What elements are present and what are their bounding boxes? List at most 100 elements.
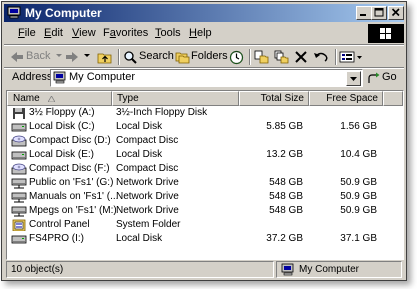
status-panel-location: My Computer bbox=[276, 261, 402, 278]
list-item[interactable]: Compact Disc (F:) Compact Disc bbox=[7, 162, 403, 176]
menu-bar: File Edit View Favorites Tools Help bbox=[4, 24, 354, 43]
list-item[interactable]: Manuals on 'Fs1' (... Network Drive 548 GB… bbox=[7, 190, 403, 204]
item-total-size: 13.2 GB bbox=[266, 149, 303, 160]
forward-dropdown-icon[interactable] bbox=[84, 54, 90, 58]
address-dropdown-button[interactable] bbox=[346, 71, 361, 86]
back-dropdown-icon[interactable] bbox=[56, 54, 62, 58]
search-button[interactable]: Search bbox=[123, 48, 174, 66]
network-drive-icon bbox=[11, 192, 27, 203]
folders-button[interactable]: Folders bbox=[175, 48, 228, 66]
folders-icon bbox=[175, 52, 190, 64]
cd-drive-icon bbox=[11, 135, 27, 147]
list-header: Name Type Total Size Free Space bbox=[7, 91, 403, 106]
cd-drive-icon bbox=[11, 163, 27, 175]
address-label: Address bbox=[12, 71, 53, 83]
list-item[interactable]: Public on 'Fs1' (G:) Network Drive 548 GB 5… bbox=[7, 176, 403, 190]
toolbar-separator bbox=[249, 49, 251, 65]
list-item[interactable]: Local Disk (E:) Local Disk 13.2 GB 10.4 GB bbox=[7, 148, 403, 162]
network-drive-icon bbox=[11, 178, 27, 189]
maximize-icon bbox=[374, 8, 384, 17]
item-total-size: 548 GB bbox=[269, 205, 303, 216]
item-total-size: 548 GB bbox=[269, 177, 303, 188]
item-free-space: 10.4 GB bbox=[340, 149, 377, 160]
item-name: Public on 'Fs1' (G:) bbox=[29, 177, 114, 188]
history-button[interactable] bbox=[229, 48, 245, 66]
go-button[interactable]: Go bbox=[368, 70, 402, 86]
list-item[interactable]: Local Disk (C:) Local Disk 5.85 GB 1.56 GB bbox=[7, 120, 403, 134]
menu-view[interactable]: View bbox=[72, 27, 96, 39]
status-bar: 10 object(s) My Computer bbox=[4, 260, 404, 278]
copy-to-button[interactable] bbox=[274, 48, 290, 66]
close-button[interactable] bbox=[388, 6, 404, 20]
floppy-icon bbox=[13, 108, 25, 119]
item-total-size: 37.2 GB bbox=[266, 233, 303, 244]
item-name: FS4PRO (I:) bbox=[29, 233, 85, 244]
item-name: Compact Disc (D:) bbox=[29, 135, 111, 146]
hard-disk-icon bbox=[11, 235, 27, 244]
item-name: Compact Disc (F:) bbox=[29, 163, 110, 174]
search-icon bbox=[124, 51, 137, 64]
hard-disk-icon bbox=[11, 123, 27, 132]
item-type: Local Disk bbox=[116, 233, 163, 244]
minimize-button[interactable] bbox=[356, 6, 372, 20]
go-arrow-icon bbox=[368, 72, 380, 83]
toolbar-separator bbox=[335, 49, 337, 65]
item-total-size: 548 GB bbox=[269, 191, 303, 202]
views-button[interactable] bbox=[339, 48, 365, 66]
menu-favorites[interactable]: Favorites bbox=[103, 27, 148, 39]
column-header-free-space[interactable]: Free Space bbox=[309, 91, 383, 106]
column-header-name[interactable]: Name bbox=[7, 91, 112, 106]
my-computer-small-icon bbox=[53, 71, 66, 84]
menu-tools[interactable]: Tools bbox=[155, 27, 181, 39]
address-input[interactable]: My Computer bbox=[50, 69, 363, 87]
item-type: System Folder bbox=[116, 219, 181, 230]
list-item[interactable]: 3½ Floppy (A:) 3½-Inch Floppy Disk bbox=[7, 106, 403, 120]
list-item[interactable]: Mpegs on 'Fs1' (M:) Network Drive 548 GB 50… bbox=[7, 204, 403, 218]
title-bar[interactable]: My Computer bbox=[4, 4, 404, 22]
move-to-button[interactable] bbox=[254, 48, 270, 66]
up-folder-button[interactable] bbox=[97, 48, 113, 66]
item-total-size: 5.85 GB bbox=[266, 121, 303, 132]
menu-help[interactable]: Help bbox=[189, 27, 212, 39]
list-item[interactable]: Control Panel System Folder bbox=[7, 218, 403, 232]
my-computer-small-icon bbox=[281, 263, 294, 276]
undo-button[interactable] bbox=[313, 48, 331, 66]
toolbar-separator bbox=[118, 49, 120, 65]
windows-flag-icon bbox=[380, 28, 391, 39]
my-computer-icon bbox=[7, 6, 21, 19]
file-list-view[interactable]: Name Type Total Size Free Space 3½ Flopp… bbox=[6, 90, 404, 260]
list-item[interactable]: Compact Disc (D:) Compact Disc bbox=[7, 134, 403, 148]
delete-button[interactable] bbox=[294, 48, 310, 66]
item-type: 3½-Inch Floppy Disk bbox=[116, 107, 208, 118]
undo-icon bbox=[314, 52, 328, 62]
maximize-button[interactable] bbox=[371, 6, 387, 20]
column-header-total-size[interactable]: Total Size bbox=[239, 91, 309, 106]
close-icon bbox=[391, 8, 400, 17]
menu-edit[interactable]: Edit bbox=[44, 27, 63, 39]
go-label: Go bbox=[382, 71, 397, 83]
item-type: Network Drive bbox=[116, 177, 179, 188]
column-header-filler bbox=[383, 91, 403, 106]
item-free-space: 50.9 GB bbox=[340, 177, 377, 188]
standard-toolbar: Back Search Folders bbox=[4, 46, 404, 68]
network-drive-icon bbox=[11, 206, 27, 217]
item-free-space: 50.9 GB bbox=[340, 205, 377, 216]
list-item[interactable]: FS4PRO (I:) Local Disk 37.2 GB 37.1 GB bbox=[7, 232, 403, 246]
back-button[interactable]: Back bbox=[10, 48, 54, 66]
item-name: Local Disk (C:) bbox=[29, 121, 95, 132]
item-name: 3½ Floppy (A:) bbox=[29, 107, 95, 118]
explorer-window: My Computer File Edit View Favorites Too… bbox=[1, 1, 407, 281]
delete-icon bbox=[295, 51, 307, 63]
window-title: My Computer bbox=[25, 6, 102, 20]
forward-arrow-icon bbox=[66, 52, 78, 62]
menu-file[interactable]: File bbox=[18, 27, 36, 39]
windows-logo bbox=[368, 24, 404, 43]
chevron-down-icon bbox=[350, 77, 357, 81]
column-header-type[interactable]: Type bbox=[112, 91, 239, 106]
item-type: Compact Disc bbox=[116, 163, 179, 174]
forward-button[interactable] bbox=[65, 48, 81, 66]
item-type: Local Disk bbox=[116, 149, 163, 160]
item-type: Local Disk bbox=[116, 121, 163, 132]
address-value: My Computer bbox=[69, 71, 136, 83]
views-icon bbox=[339, 51, 362, 63]
